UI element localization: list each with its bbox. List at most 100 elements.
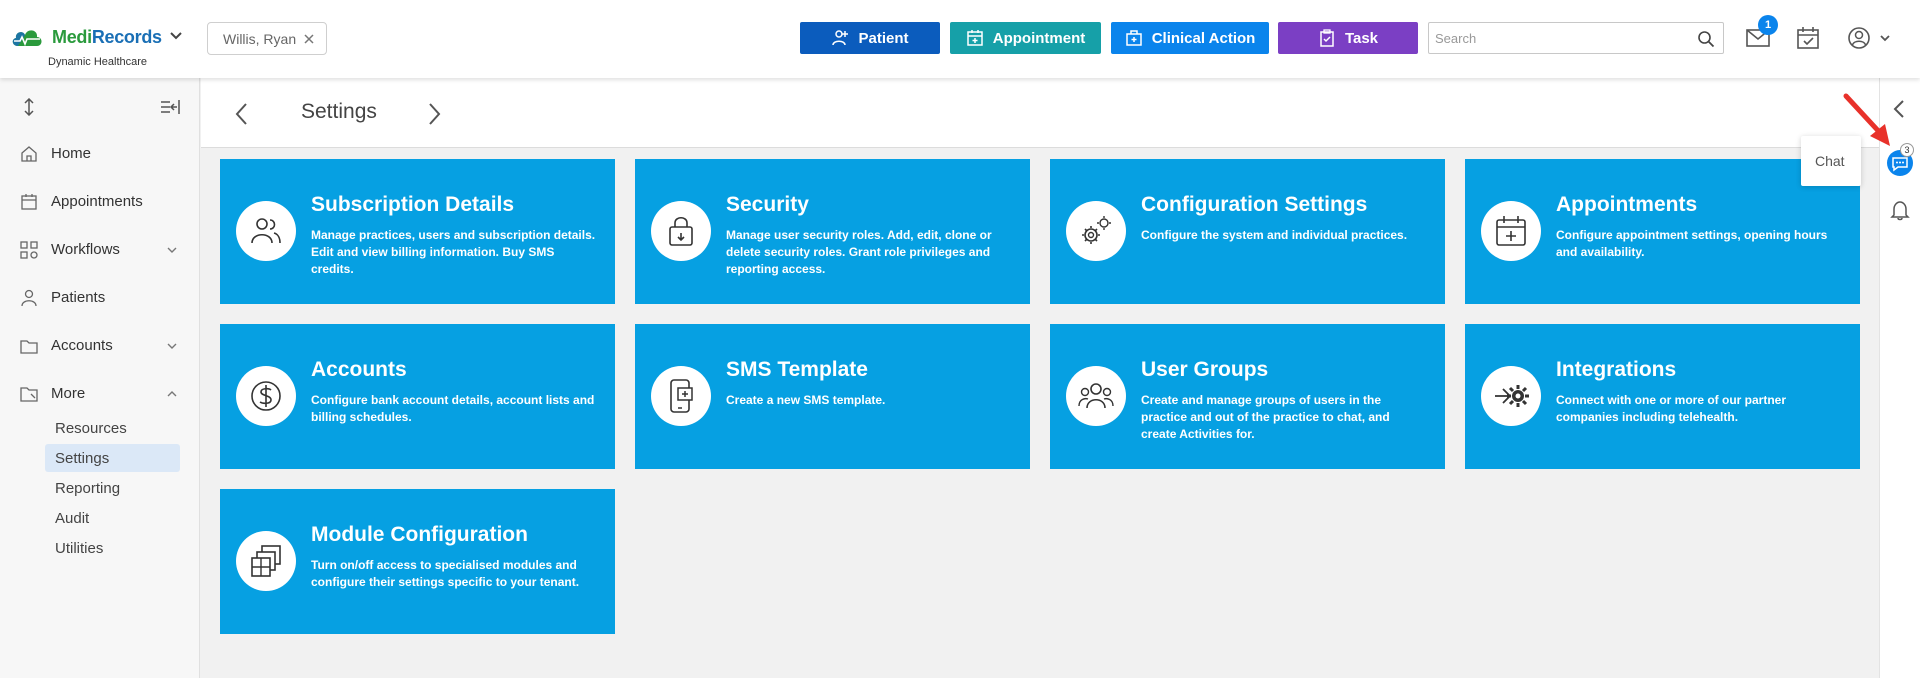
cloud-logo-icon xyxy=(12,30,42,47)
sidebar-subitem-label: Resources xyxy=(55,420,127,437)
sidebar-item-accounts[interactable]: Accounts xyxy=(0,326,200,366)
settings-card-sms-template[interactable]: SMS Template Create a new SMS template. xyxy=(635,324,1030,469)
new-patient-button[interactable]: Patient xyxy=(800,22,940,54)
card-title: User Groups xyxy=(1141,358,1269,381)
modules-icon xyxy=(251,545,281,577)
chevron-down-icon[interactable] xyxy=(1878,31,1892,45)
search-input[interactable] xyxy=(1435,28,1685,48)
card-title: Configuration Settings xyxy=(1141,193,1368,216)
card-title: Integrations xyxy=(1556,358,1677,381)
chat-count-badge: 3 xyxy=(1900,143,1914,157)
chevron-down-icon xyxy=(167,247,177,253)
sidebar-subitem-label: Settings xyxy=(55,450,110,467)
user-account-icon[interactable] xyxy=(1845,24,1873,52)
search-box xyxy=(1428,22,1724,54)
chevron-down-icon[interactable] xyxy=(168,28,184,44)
card-title: SMS Template xyxy=(726,358,868,381)
sidebar-subitem-settings[interactable]: Settings xyxy=(45,444,180,472)
sidebar-item-patients[interactable]: Patients xyxy=(0,278,200,318)
workflow-icon xyxy=(20,241,38,259)
new-appointment-button[interactable]: Appointment xyxy=(950,22,1101,54)
calendar-icon xyxy=(21,194,37,210)
folder-icon xyxy=(20,387,38,402)
settings-card-accounts[interactable]: Accounts Configure bank account details,… xyxy=(220,324,615,469)
sidebar-item-label: More xyxy=(51,385,86,402)
sidebar-item-more[interactable]: More xyxy=(0,374,200,414)
card-icon-circle xyxy=(1066,366,1126,426)
brand-subtitle: Dynamic Healthcare xyxy=(48,56,148,68)
integration-icon xyxy=(1495,385,1529,407)
card-icon-circle xyxy=(236,366,296,426)
bell-icon[interactable] xyxy=(1890,199,1910,221)
settings-card-integrations[interactable]: Integrations Connect with one or more of… xyxy=(1465,324,1860,469)
chat-tooltip: Chat xyxy=(1801,136,1861,186)
chevron-down-icon xyxy=(167,343,177,349)
sidebar-item-workflows[interactable]: Workflows xyxy=(0,230,200,270)
sidebar-subitem-label: Utilities xyxy=(55,540,104,557)
sidebar-item-label: Patients xyxy=(51,289,106,306)
page-title: Settings xyxy=(301,100,377,123)
card-description: Create and manage groups of users in the… xyxy=(1141,393,1390,441)
card-description: Create a new SMS template. xyxy=(726,393,886,407)
card-description: Connect with one or more of our partner … xyxy=(1556,393,1787,424)
main-content: Settings Subscription Details Manage pra… xyxy=(201,78,1879,678)
medical-kit-icon xyxy=(1125,30,1142,46)
calendar-icon xyxy=(967,30,983,46)
card-icon-circle xyxy=(236,201,296,261)
clinical-action-label: Clinical Action xyxy=(1151,29,1256,47)
search-icon[interactable] xyxy=(1697,30,1715,48)
settings-card-user-groups[interactable]: User Groups Create and manage groups of … xyxy=(1050,324,1445,469)
card-description: Configure the system and individual prac… xyxy=(1141,228,1408,242)
card-description: Configure bank account details, account … xyxy=(311,393,595,424)
new-appointment-label: Appointment xyxy=(992,29,1086,47)
clipboard-icon xyxy=(1320,29,1334,47)
sidebar-item-appointments[interactable]: Appointments xyxy=(0,182,200,222)
card-title: Module Configuration xyxy=(311,523,528,546)
settings-card-security[interactable]: Security Manage user security roles. Add… xyxy=(635,159,1030,304)
chat-tooltip-label: Chat xyxy=(1815,153,1845,169)
expand-vertical-icon[interactable] xyxy=(20,98,38,116)
settings-card-subscription[interactable]: Subscription Details Manage practices, u… xyxy=(220,159,615,304)
settings-card-configuration[interactable]: Configuration Settings Configure the sys… xyxy=(1050,159,1445,304)
card-title: Subscription Details xyxy=(311,193,515,216)
clinical-action-button[interactable]: Clinical Action xyxy=(1111,22,1269,54)
chevron-left-icon[interactable] xyxy=(231,101,253,127)
sidebar-item-home[interactable]: Home xyxy=(0,134,200,174)
card-icon-circle xyxy=(1481,201,1541,261)
current-patient-chip[interactable]: Willis, Ryan xyxy=(207,22,327,55)
sidebar-subitem-utilities[interactable]: Utilities xyxy=(45,534,180,562)
sidebar: Home Appointments Workflows Patients Acc… xyxy=(0,78,200,678)
page-header: Settings xyxy=(201,78,1879,148)
card-title: Appointments xyxy=(1556,193,1698,216)
current-patient-name: Willis, Ryan xyxy=(223,31,297,47)
card-icon-circle xyxy=(651,366,711,426)
card-title: Accounts xyxy=(311,358,407,381)
sidebar-subitem-reporting[interactable]: Reporting xyxy=(45,474,180,502)
chevron-right-icon[interactable] xyxy=(423,101,445,127)
card-description: Configure appointment settings, opening … xyxy=(1556,228,1828,259)
brand-logo[interactable]: MediRecords Dynamic Healthcare xyxy=(10,22,190,72)
card-icon-circle xyxy=(1066,201,1126,261)
new-task-button[interactable]: Task xyxy=(1278,22,1418,54)
collapse-sidebar-icon[interactable] xyxy=(160,98,180,116)
sidebar-subitem-resources[interactable]: Resources xyxy=(45,414,180,442)
card-description: Manage user security roles. Add, edit, c… xyxy=(726,228,992,276)
close-icon[interactable] xyxy=(302,32,316,46)
sidebar-subitem-audit[interactable]: Audit xyxy=(45,504,180,532)
phone-template-icon xyxy=(670,379,693,413)
patients-icon xyxy=(21,289,37,307)
sidebar-item-label: Workflows xyxy=(51,241,120,258)
sidebar-item-label: Home xyxy=(51,145,92,162)
home-icon xyxy=(21,146,37,162)
calendar-plus-icon xyxy=(1496,216,1526,246)
user-group-icon xyxy=(1078,383,1114,409)
chevron-left-icon[interactable] xyxy=(1891,98,1907,120)
settings-card-module-configuration[interactable]: Module Configuration Turn on/off access … xyxy=(220,489,615,634)
card-description: Turn on/off access to specialised module… xyxy=(311,558,580,589)
users-icon xyxy=(251,218,281,244)
sidebar-subitem-label: Reporting xyxy=(55,480,121,497)
card-description: Manage practices, users and subscription… xyxy=(311,228,596,276)
new-task-label: Task xyxy=(1344,29,1379,47)
calendar-check-icon[interactable] xyxy=(1794,24,1822,52)
brand-name: MediRecords xyxy=(52,27,162,47)
